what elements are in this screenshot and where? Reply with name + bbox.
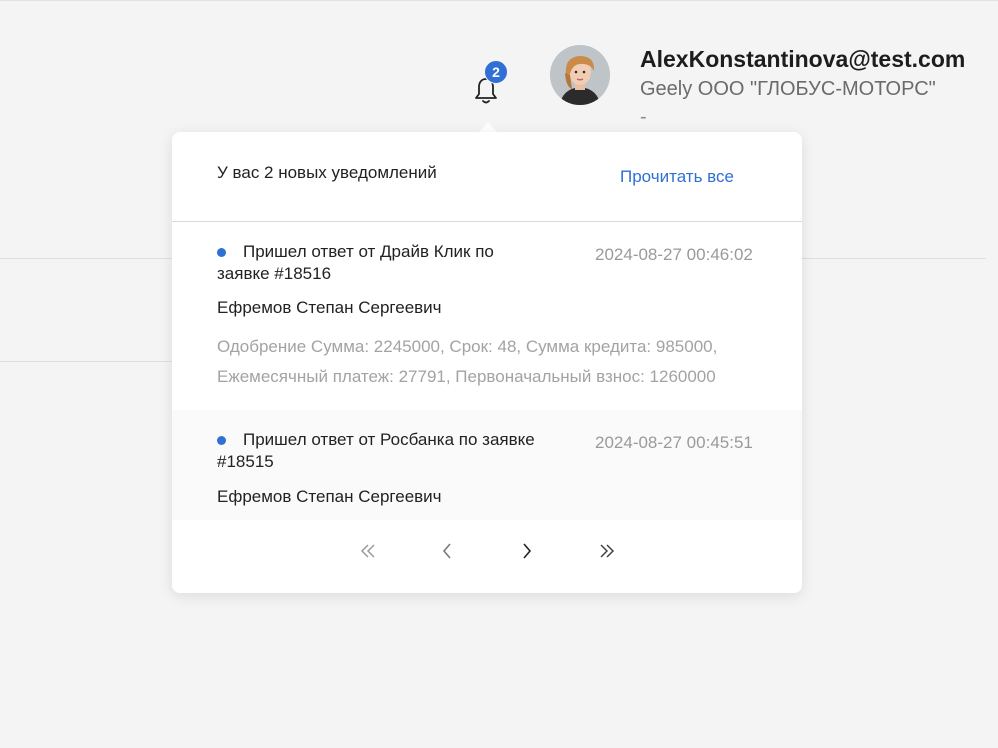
notification-title: Пришел ответ от Драйв Клик по заявке #18… xyxy=(217,242,494,283)
notifications-title: У вас 2 новых уведомлений xyxy=(217,163,437,182)
user-company: Geely ООО "ГЛОБУС-МОТОРС" xyxy=(640,78,936,100)
background-divider xyxy=(0,361,172,362)
chevron-right-icon xyxy=(523,543,532,559)
notification-item[interactable]: Пришел ответ от Драйв Клик по заявке #18… xyxy=(172,222,802,410)
double-chevron-right-icon xyxy=(600,544,615,558)
notification-body: Одобрение Сумма: 2245000, Срок: 48, Сумм… xyxy=(217,337,718,386)
notification-count-badge: 2 xyxy=(484,60,508,84)
notification-author: Ефремов Степан Сергеевич xyxy=(217,487,442,506)
notification-item[interactable]: Пришел ответ от Росбанка по заявке #1851… xyxy=(172,410,802,520)
user-email: AlexKonstantinova@test.com xyxy=(640,46,966,72)
prev-page-button[interactable] xyxy=(432,536,462,566)
first-page-button[interactable] xyxy=(353,536,383,566)
double-chevron-left-icon xyxy=(360,544,375,558)
next-page-button[interactable] xyxy=(512,536,542,566)
notification-time: 2024-08-27 00:45:51 xyxy=(595,433,753,452)
avatar[interactable] xyxy=(550,45,610,105)
notifications-popover: У вас 2 новых уведомлений Прочитать все … xyxy=(172,132,802,593)
top-border xyxy=(0,0,998,1)
user-extra: - xyxy=(640,106,647,128)
notification-time: 2024-08-27 00:46:02 xyxy=(595,245,753,264)
read-all-button[interactable]: Прочитать все xyxy=(620,167,734,187)
last-page-button[interactable] xyxy=(592,536,622,566)
notifications-header: У вас 2 новых уведомлений Прочитать все xyxy=(172,132,802,222)
notification-author: Ефремов Степан Сергеевич xyxy=(217,298,442,317)
pagination xyxy=(172,520,802,593)
notification-title: Пришел ответ от Росбанка по заявке #1851… xyxy=(217,430,535,471)
chevron-left-icon xyxy=(442,543,451,559)
user-photo-icon xyxy=(550,45,610,105)
